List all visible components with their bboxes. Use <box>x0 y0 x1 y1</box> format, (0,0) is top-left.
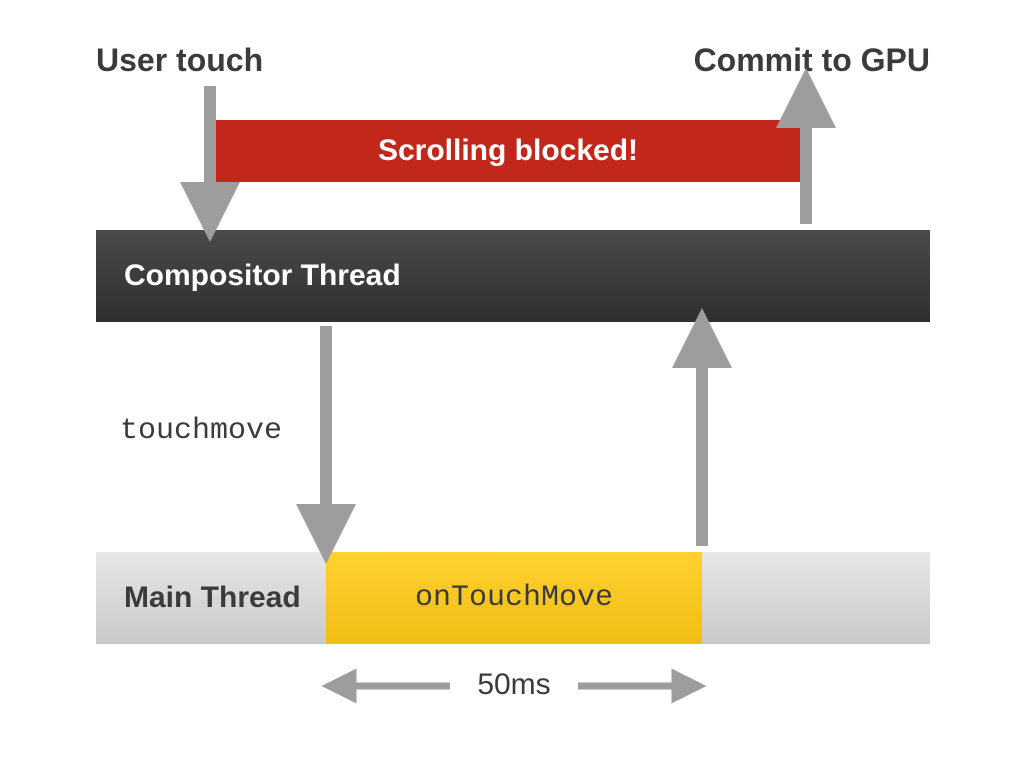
diagram-stage: User touch Commit to GPU Scrolling block… <box>0 0 1024 768</box>
bar-compositor-thread: Compositor Thread <box>96 230 930 322</box>
label-user-touch: User touch <box>96 42 263 79</box>
label-duration: 50ms <box>454 668 574 702</box>
bar-compositor-label: Compositor Thread <box>124 259 401 293</box>
arrows-layer <box>0 0 1024 768</box>
bar-main-thread: Main Thread onTouchMove <box>96 552 930 644</box>
banner-text: Scrolling blocked! <box>378 134 638 168</box>
segment-on-touch-move: onTouchMove <box>326 552 702 644</box>
segment-on-touch-move-label: onTouchMove <box>415 581 613 615</box>
label-touchmove: touchmove <box>120 414 282 448</box>
label-commit-gpu: Commit to GPU <box>694 42 930 79</box>
banner-scrolling-blocked: Scrolling blocked! <box>210 120 806 182</box>
bar-main-label: Main Thread <box>124 581 301 615</box>
